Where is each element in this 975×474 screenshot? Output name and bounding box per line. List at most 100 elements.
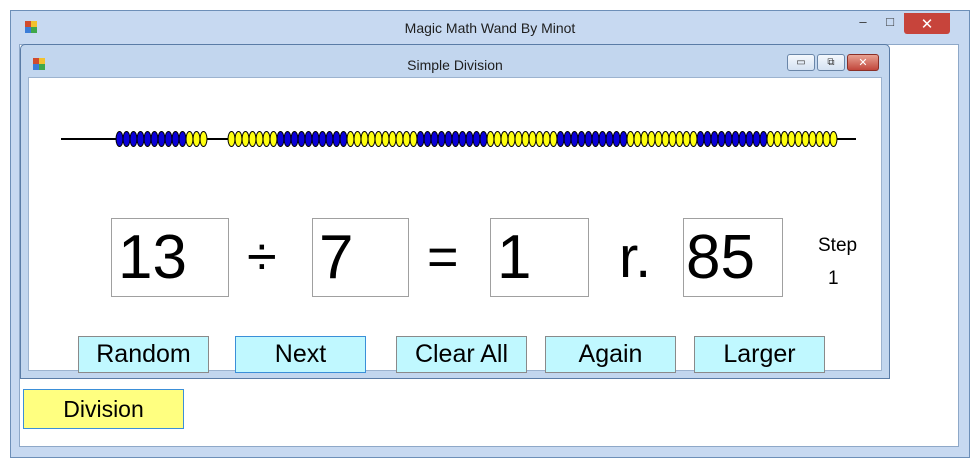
blue-bead xyxy=(150,131,159,147)
blue-bead xyxy=(437,131,446,147)
blue-bead xyxy=(577,131,586,147)
blue-bead xyxy=(136,131,145,147)
quotient-field[interactable]: 1 xyxy=(490,218,589,297)
blue-bead xyxy=(759,131,768,147)
divisor-field[interactable]: 7 xyxy=(312,218,409,297)
clear-all-button[interactable]: Clear All xyxy=(396,336,527,373)
blue-bead xyxy=(423,131,432,147)
remainder-field[interactable]: 85 xyxy=(683,218,783,297)
blue-bead xyxy=(738,131,747,147)
close-icon: ✕ xyxy=(920,15,934,33)
blue-bead xyxy=(745,131,754,147)
yellow-bead xyxy=(402,131,411,147)
blue-bead xyxy=(430,131,439,147)
yellow-bead xyxy=(493,131,502,147)
yellow-bead xyxy=(507,131,516,147)
blue-bead xyxy=(297,131,306,147)
maximize-icon: □ xyxy=(886,13,894,29)
yellow-bead xyxy=(542,131,551,147)
yellow-bead xyxy=(248,131,257,147)
yellow-bead xyxy=(381,131,390,147)
blue-bead xyxy=(479,131,488,147)
yellow-bead xyxy=(808,131,817,147)
blue-bead xyxy=(311,131,320,147)
yellow-bead xyxy=(535,131,544,147)
next-button[interactable]: Next xyxy=(235,336,366,373)
blue-bead xyxy=(591,131,600,147)
child-minimize-button[interactable]: ▭ xyxy=(787,54,815,71)
minimize-icon: ▭ xyxy=(796,57,806,68)
blue-bead xyxy=(710,131,719,147)
blue-bead xyxy=(157,131,166,147)
blue-bead xyxy=(619,131,628,147)
yellow-bead xyxy=(255,131,264,147)
yellow-bead xyxy=(360,131,369,147)
yellow-bead xyxy=(514,131,523,147)
yellow-bead xyxy=(521,131,530,147)
restore-icon: ⧉ xyxy=(827,57,835,68)
dividend-field[interactable]: 13 xyxy=(111,218,229,297)
blue-bead xyxy=(115,131,124,147)
yellow-bead xyxy=(269,131,278,147)
yellow-bead xyxy=(227,131,236,147)
remainder-label: r. xyxy=(619,225,652,290)
blue-bead xyxy=(458,131,467,147)
random-button[interactable]: Random xyxy=(78,336,209,373)
yellow-bead xyxy=(367,131,376,147)
child-window-title: Simple Division xyxy=(407,57,503,73)
minimize-button[interactable]: – xyxy=(849,11,877,31)
maximize-button[interactable]: □ xyxy=(877,11,903,31)
app-titlebar[interactable]: Magic Math Wand By Minot – □ ✕ xyxy=(11,11,969,44)
yellow-bead xyxy=(199,131,208,147)
yellow-bead xyxy=(346,131,355,147)
yellow-bead xyxy=(388,131,397,147)
blue-bead xyxy=(416,131,425,147)
blue-bead xyxy=(171,131,180,147)
close-button[interactable]: ✕ xyxy=(904,13,950,34)
blue-bead xyxy=(143,131,152,147)
blue-bead xyxy=(605,131,614,147)
blue-bead xyxy=(129,131,138,147)
yellow-bead xyxy=(822,131,831,147)
blue-bead xyxy=(556,131,565,147)
larger-button[interactable]: Larger xyxy=(694,336,825,373)
blue-bead xyxy=(283,131,292,147)
yellow-bead xyxy=(500,131,509,147)
yellow-bead xyxy=(766,131,775,147)
yellow-bead xyxy=(661,131,670,147)
yellow-bead xyxy=(234,131,243,147)
division-mode-button[interactable]: Division xyxy=(23,389,184,429)
yellow-bead xyxy=(675,131,684,147)
yellow-bead xyxy=(374,131,383,147)
blue-bead xyxy=(325,131,334,147)
blue-bead xyxy=(724,131,733,147)
division-panel: 13 ÷ 7 = 1 r. 85 Step 1 Random Next Clea… xyxy=(28,77,882,373)
minimize-icon: – xyxy=(859,13,867,29)
close-icon: ✕ xyxy=(858,57,868,69)
yellow-bead xyxy=(794,131,803,147)
blue-bead xyxy=(178,131,187,147)
yellow-bead xyxy=(773,131,782,147)
child-restore-button[interactable]: ⧉ xyxy=(817,54,845,71)
yellow-bead xyxy=(185,131,194,147)
yellow-bead xyxy=(626,131,635,147)
again-button[interactable]: Again xyxy=(545,336,676,373)
blue-bead xyxy=(752,131,761,147)
blue-bead xyxy=(563,131,572,147)
yellow-bead xyxy=(787,131,796,147)
blue-bead xyxy=(444,131,453,147)
child-close-button[interactable]: ✕ xyxy=(847,54,879,71)
blue-bead xyxy=(290,131,299,147)
yellow-bead xyxy=(815,131,824,147)
step-value: 1 xyxy=(828,268,839,289)
blue-bead xyxy=(731,131,740,147)
yellow-bead xyxy=(640,131,649,147)
yellow-bead xyxy=(549,131,558,147)
blue-bead xyxy=(703,131,712,147)
yellow-bead xyxy=(780,131,789,147)
blue-bead xyxy=(122,131,131,147)
divide-sign: ÷ xyxy=(247,227,277,287)
yellow-bead xyxy=(654,131,663,147)
blue-bead xyxy=(570,131,579,147)
yellow-bead xyxy=(633,131,642,147)
